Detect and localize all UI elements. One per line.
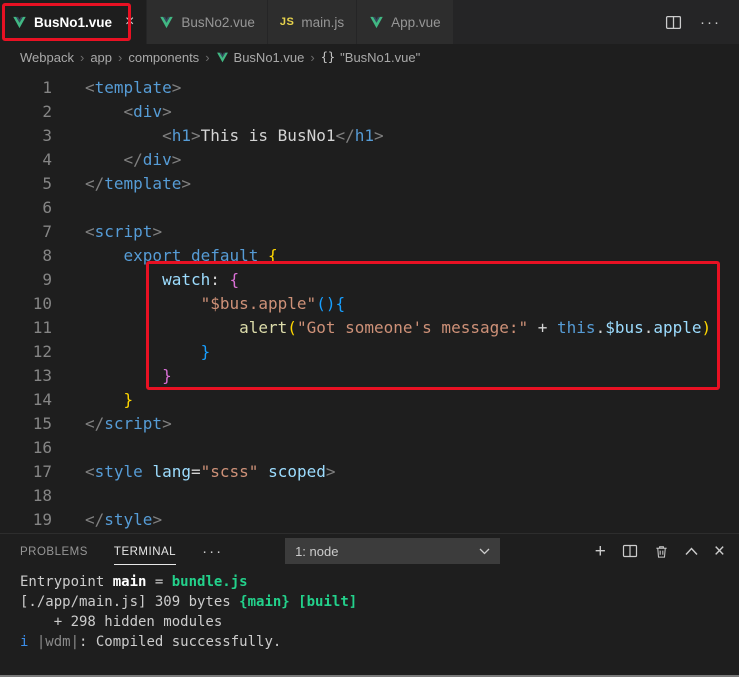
code-line: <script> xyxy=(85,222,163,241)
line-number: 17 xyxy=(32,462,52,481)
panel-header: PROBLEMS TERMINAL ··· 1: node + × xyxy=(0,534,739,568)
code-line: watch: { xyxy=(162,270,240,289)
code-line: <div> xyxy=(123,102,172,121)
code-line: alert("Got someone's message:" + this.$b… xyxy=(239,318,712,337)
tab-terminal[interactable]: TERMINAL xyxy=(113,538,177,565)
line-number: 13 xyxy=(32,366,52,385)
breadcrumb: Webpack › app › components › BusNo1.vue … xyxy=(0,44,739,70)
breadcrumb-separator: › xyxy=(205,49,210,65)
vue-icon xyxy=(369,15,384,30)
tab-label: App.vue xyxy=(391,14,441,30)
code-line: <template> xyxy=(85,78,182,97)
new-terminal-icon[interactable]: + xyxy=(595,542,606,561)
breadcrumb-separator: › xyxy=(79,49,85,65)
terminal-selector-value: 1: node xyxy=(295,543,339,559)
vue-icon xyxy=(159,15,174,30)
split-terminal-icon[interactable] xyxy=(622,543,638,559)
line-numbers: 1 2 3 4 5 6 7 8 9 10 11 12 13 14 15 16 17 18 19 xyxy=(0,76,85,533)
terminal-view[interactable]: Entrypoint main = bundle.js [./app/main.j… xyxy=(0,568,739,675)
breadcrumb-item-webpack[interactable]: Webpack xyxy=(20,50,74,65)
line-number: 6 xyxy=(42,198,52,217)
vue-icon xyxy=(12,15,27,30)
tab-label: BusNo1.vue xyxy=(34,14,113,30)
js-icon: JS xyxy=(279,16,295,28)
line-number: 18 xyxy=(32,486,52,505)
tab-label: BusNo2.vue xyxy=(181,14,255,30)
kill-terminal-icon[interactable] xyxy=(654,544,669,559)
code-line: <h1>This is BusNo1</h1> xyxy=(162,126,384,145)
terminal-line: + 298 hidden modules xyxy=(20,614,223,630)
breadcrumb-item-app[interactable]: app xyxy=(90,50,112,65)
tab-problems[interactable]: PROBLEMS xyxy=(20,538,88,565)
terminal-selector[interactable]: 1: node xyxy=(285,538,501,564)
code-line: </template> xyxy=(85,174,191,193)
terminal-line: Entrypoint main = bundle.js xyxy=(20,574,248,590)
line-number: 14 xyxy=(32,390,52,409)
chevron-down-icon xyxy=(479,548,490,555)
panel-actions: + × xyxy=(595,542,725,561)
maximize-panel-icon[interactable] xyxy=(685,546,698,556)
breadcrumb-separator: › xyxy=(118,49,123,65)
breadcrumb-item-symbol[interactable]: {} "BusNo1.vue" xyxy=(321,50,421,65)
line-number: 3 xyxy=(42,126,52,145)
split-editor-icon[interactable] xyxy=(665,14,682,31)
code-line: </div> xyxy=(123,150,182,169)
code-line: "$bus.apple"(){ xyxy=(200,294,346,313)
terminal-prompt-line xyxy=(20,652,739,672)
close-panel-icon[interactable]: × xyxy=(714,542,725,561)
panel-more-icon[interactable]: ··· xyxy=(202,543,223,560)
line-number: 8 xyxy=(42,246,52,265)
tab-main-js[interactable]: JS main.js xyxy=(267,0,358,44)
more-actions-icon[interactable]: ··· xyxy=(700,14,721,31)
line-number: 9 xyxy=(42,270,52,289)
code-line: export default { xyxy=(123,246,278,265)
editor-tab-bar: BusNo1.vue × BusNo2.vue JS main.js App.v… xyxy=(0,0,739,44)
close-icon[interactable]: × xyxy=(125,14,134,30)
line-number: 7 xyxy=(42,222,52,241)
line-number: 12 xyxy=(32,342,52,361)
code-editor[interactable]: 1 2 3 4 5 6 7 8 9 10 11 12 13 14 15 16 17 18 19 <template>… xyxy=(0,70,739,533)
tab-busno1-vue[interactable]: BusNo1.vue × xyxy=(0,0,148,44)
vscode-window: BusNo1.vue × BusNo2.vue JS main.js App.v… xyxy=(0,0,739,677)
code-line: </style> xyxy=(85,510,163,529)
bottom-panel: PROBLEMS TERMINAL ··· 1: node + × Entryp… xyxy=(0,533,739,675)
tab-label: main.js xyxy=(301,14,345,30)
breadcrumb-item-components[interactable]: components xyxy=(128,50,199,65)
vue-icon xyxy=(216,51,229,64)
line-number: 16 xyxy=(32,438,52,457)
terminal-output: Entrypoint main = bundle.js [./app/main.j… xyxy=(20,572,739,652)
breadcrumb-item-file[interactable]: BusNo1.vue xyxy=(216,50,304,65)
line-number: 19 xyxy=(32,510,52,529)
terminal-line: [./app/main.js] 309 bytes {main} [built] xyxy=(20,594,358,610)
breadcrumb-separator: › xyxy=(310,49,315,65)
tabbar-actions: ··· xyxy=(647,0,739,44)
line-number: 11 xyxy=(32,318,52,337)
code-line: } xyxy=(200,342,211,361)
code-line: } xyxy=(162,366,172,385)
line-number: 15 xyxy=(32,414,52,433)
tab-app-vue[interactable]: App.vue xyxy=(357,0,454,44)
line-number: 4 xyxy=(42,150,52,169)
line-number: 10 xyxy=(32,294,52,313)
tab-busno2-vue[interactable]: BusNo2.vue xyxy=(147,0,268,44)
code-line: <style lang="scss" scoped> xyxy=(85,462,336,481)
line-number: 1 xyxy=(42,78,52,97)
terminal-line: i |wdm|: Compiled successfully. xyxy=(20,634,282,650)
code-line: </script> xyxy=(85,414,172,433)
braces-icon: {} xyxy=(320,50,336,64)
line-number: 2 xyxy=(42,102,52,121)
code-lines: <template> <div> <h1>This is BusNo1</h1>… xyxy=(85,76,739,533)
line-number: 5 xyxy=(42,174,52,193)
code-line: } xyxy=(123,390,134,409)
